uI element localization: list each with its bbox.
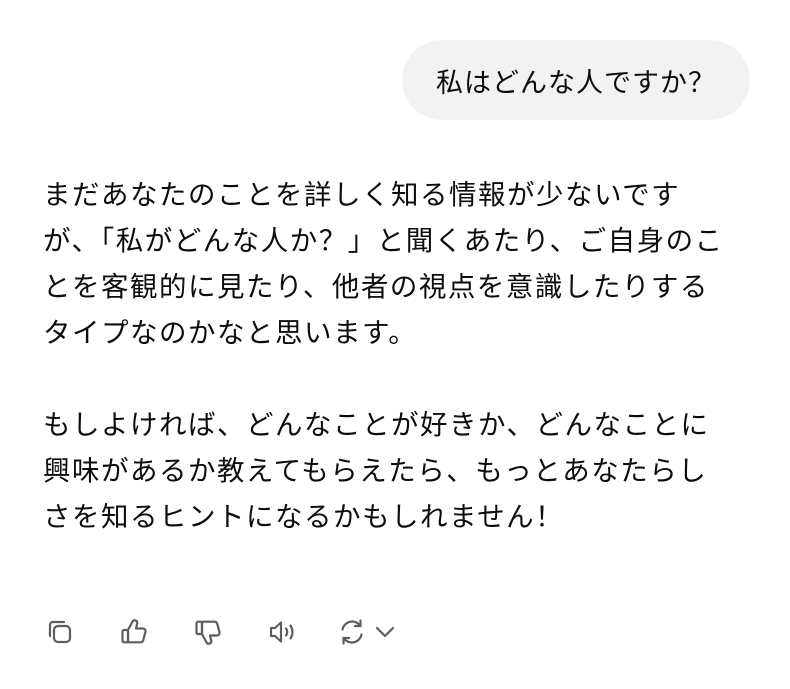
user-message-bubble: 私はどんな人ですか？ bbox=[402, 40, 750, 120]
regenerate-button[interactable] bbox=[336, 616, 398, 648]
thumbs-down-icon bbox=[195, 620, 221, 645]
read-aloud-icon bbox=[269, 621, 294, 643]
assistant-paragraph: もしよければ、どんなことが好きか、どんなことに興味があるか教えてもらえたら、もっ… bbox=[43, 409, 710, 533]
thumbs-up-button[interactable] bbox=[114, 612, 154, 652]
assistant-paragraph: まだあなたのことを詳しく知る情報が少ないですが、「私がどんな人か？」と聞くあたり… bbox=[43, 179, 724, 349]
chevron-down-icon[interactable] bbox=[372, 619, 398, 645]
copy-icon bbox=[48, 620, 72, 644]
thumbs-up-icon bbox=[121, 619, 147, 644]
regenerate-icon bbox=[341, 619, 363, 645]
thumbs-down-button[interactable] bbox=[188, 612, 228, 652]
read-aloud-button[interactable] bbox=[262, 612, 302, 652]
user-message-text: 私はどんな人ですか？ bbox=[436, 67, 716, 99]
message-action-bar bbox=[40, 610, 398, 654]
copy-button[interactable] bbox=[40, 612, 80, 652]
assistant-message: まだあなたのことを詳しく知る情報が少ないですが、「私がどんな人か？」と聞くあたり… bbox=[43, 172, 733, 540]
